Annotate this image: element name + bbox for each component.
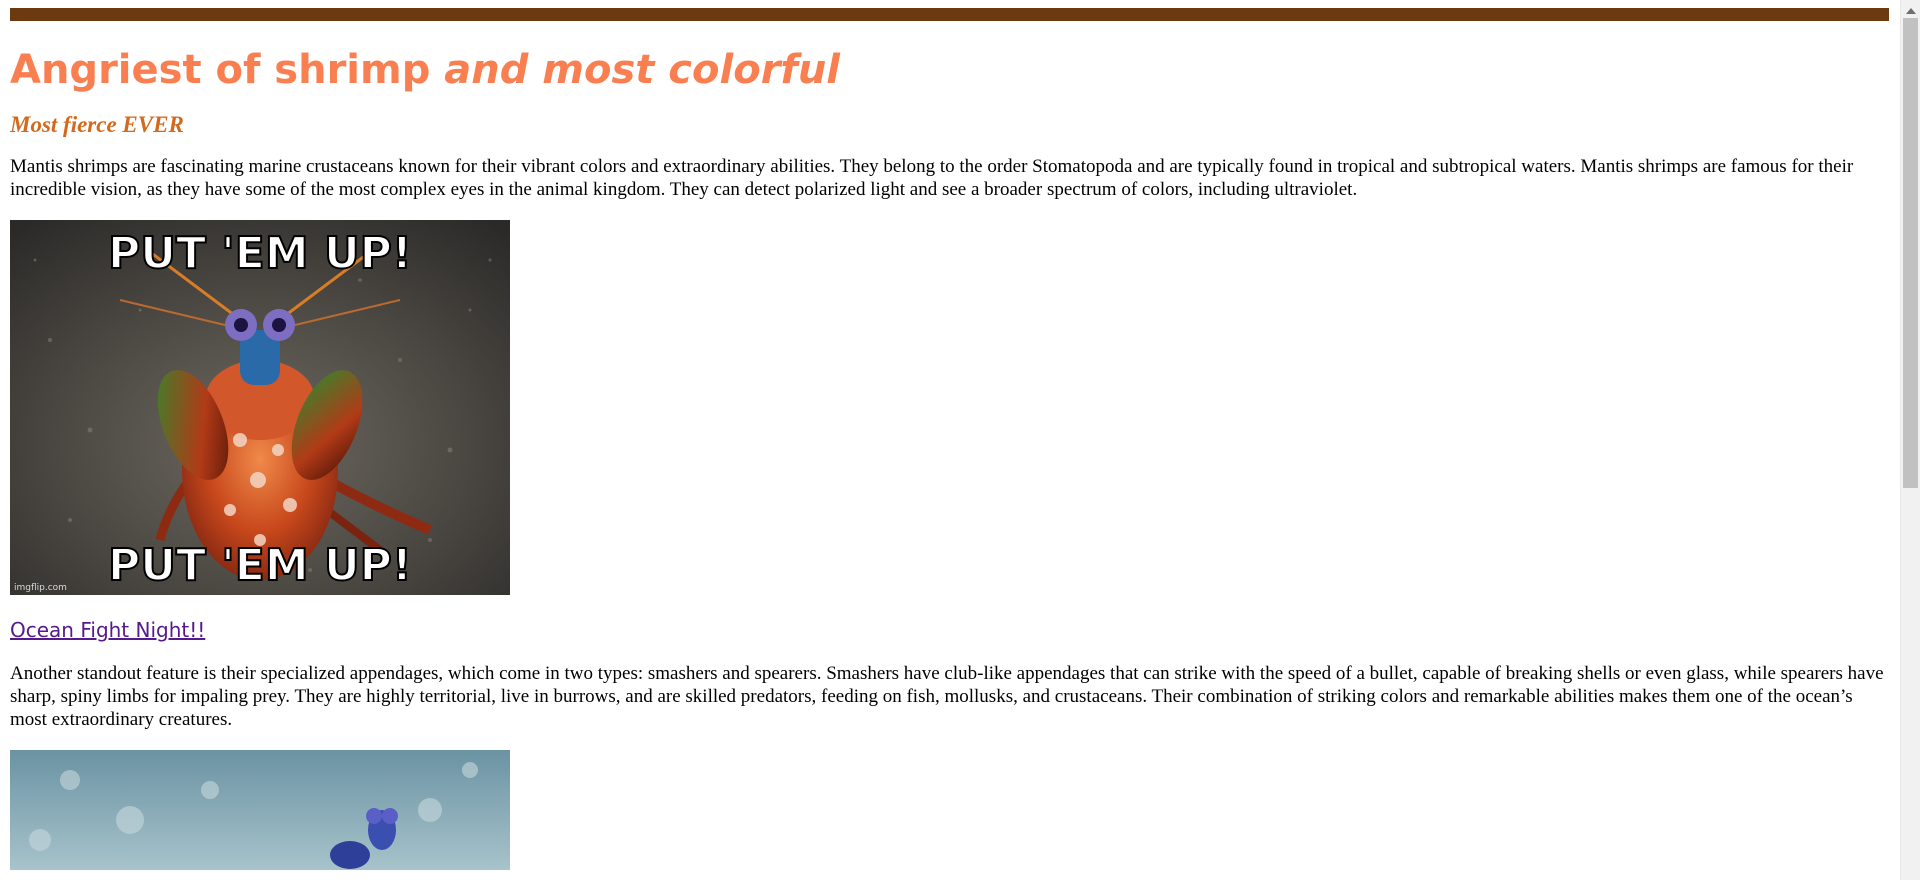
page-subtitle: Most fierce EVER xyxy=(10,112,184,137)
ocean-fight-night-link[interactable]: Ocean Fight Night!! xyxy=(10,618,205,642)
page-title: Angriest of shrimp and most colorful xyxy=(10,45,1889,95)
mantis-shrimp-photo xyxy=(10,750,510,870)
intro-paragraph: Mantis shrimps are fascinating marine cr… xyxy=(10,156,1854,200)
vertical-scrollbar[interactable] xyxy=(1900,0,1920,880)
meme-bottom-caption: PUT 'EM UP! xyxy=(108,540,412,591)
appendages-paragraph: Another standout feature is their specia… xyxy=(10,663,1884,730)
page-title-main: Angriest of shrimp xyxy=(10,47,445,93)
page-title-emphasis: and most colorful xyxy=(444,47,841,93)
scrollbar-thumb[interactable] xyxy=(1903,18,1918,488)
meme-watermark: imgflip.com xyxy=(14,583,67,593)
link-line: Ocean Fight Night!! xyxy=(10,618,1889,646)
meme-top-caption: PUT 'EM UP! xyxy=(108,228,412,279)
mantis-shrimp-meme-image: PUT 'EM UP! PUT 'EM UP! imgflip.com xyxy=(10,220,510,595)
page-content: Angriest of shrimp and most colorful Mos… xyxy=(10,8,1889,880)
scroll-up-arrow-icon[interactable] xyxy=(1906,8,1916,14)
top-color-bar xyxy=(10,8,1889,21)
